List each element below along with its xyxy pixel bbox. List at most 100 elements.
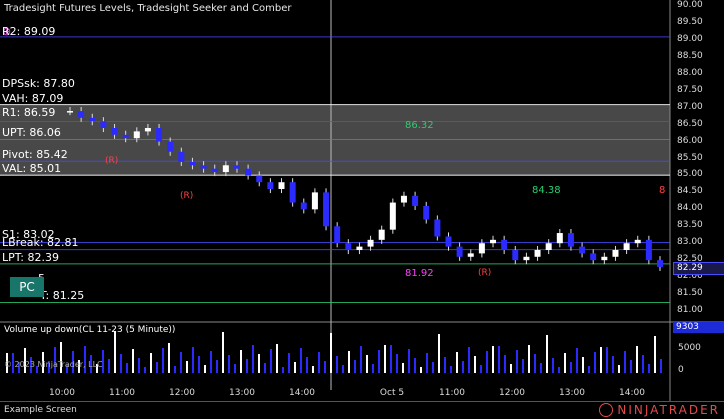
volume-bar: [612, 356, 614, 373]
candle-body: [367, 239, 374, 247]
volume-bar: [624, 351, 626, 373]
candle-body: [400, 195, 407, 203]
volume-bar: [312, 366, 314, 373]
price-chart[interactable]: [0, 0, 724, 418]
volume-bar: [258, 354, 260, 373]
pc-button[interactable]: PC: [10, 277, 44, 297]
volume-bar: [600, 347, 602, 373]
candle-body: [645, 239, 652, 261]
volume-bar: [564, 353, 566, 373]
volume-bar: [486, 351, 488, 373]
price-axis-label: 84.00: [677, 203, 703, 214]
volume-bar: [558, 367, 560, 373]
volume-bar: [414, 358, 416, 373]
level-label-upt: UPT: 86.06: [2, 126, 61, 139]
volume-bar: [186, 361, 188, 373]
volume-bar: [408, 349, 410, 373]
volume-bar: [330, 333, 332, 373]
level-label-pivot: Pivot: 85.42: [2, 148, 68, 161]
volume-bar: [570, 362, 572, 373]
volume-bar: [372, 364, 374, 373]
volume-bar: [438, 334, 440, 373]
candle-body: [556, 233, 563, 244]
chart-title: Tradesight Futures Levels, Tradesight Se…: [4, 3, 292, 14]
volume-bar: [228, 355, 230, 373]
volume-bar: [366, 355, 368, 373]
volume-bar: [432, 362, 434, 373]
volume-bar: [318, 352, 320, 373]
volume-bar: [276, 344, 278, 373]
copyright-text: © 2023 NinjaTrader, LLC: [4, 360, 103, 369]
candle-body: [612, 250, 619, 257]
price-axis-label: 81.00: [677, 305, 703, 315]
volume-bar: [288, 353, 290, 373]
candle-body: [567, 233, 574, 247]
candle-body: [512, 250, 519, 261]
candle-body: [133, 131, 140, 139]
volume-bar: [654, 336, 656, 373]
candle-body: [211, 168, 218, 173]
time-label: 10:00: [49, 388, 75, 398]
time-label: 12:00: [499, 388, 525, 398]
volume-bar: [336, 356, 338, 373]
candle-body: [445, 236, 452, 247]
candle-body: [78, 111, 85, 118]
time-label: Oct 5: [379, 388, 405, 398]
volume-bar: [354, 360, 356, 373]
volume-bar: [588, 366, 590, 373]
ninjatrader-logo: NINJATRADER: [599, 403, 720, 417]
ninjatrader-chart-window: Tradesight Futures Levels, Tradesight Se…: [0, 0, 724, 419]
candle-body: [657, 260, 663, 267]
volume-panel-title: Volume up down(CL 11-23 (5 Minute)): [4, 325, 176, 335]
price-axis-label: 86.50: [677, 118, 703, 129]
volume-bar: [504, 355, 506, 373]
chart-tab[interactable]: Example Screen: [4, 405, 77, 415]
bottom-bar: Example Screen NINJATRADER: [0, 401, 724, 419]
candle-body: [412, 195, 419, 206]
volume-bar: [540, 363, 542, 373]
candle-body: [345, 243, 352, 250]
candle-body: [289, 182, 296, 203]
volume-bar: [642, 355, 644, 373]
volume-bar: [252, 345, 254, 373]
candle-body: [501, 239, 508, 250]
price-axis-label: 88.00: [677, 67, 703, 78]
level-label-lbreak: LBreak: 82.81: [2, 236, 79, 249]
volume-bar: [300, 348, 302, 373]
level-label-dpssk: DPSsk: 87.80: [2, 77, 75, 90]
price-axis-label: 87.50: [677, 84, 703, 95]
volume-bar: [384, 345, 386, 373]
volume-bar: [606, 347, 608, 373]
price-axis-label: 89.00: [677, 33, 703, 44]
volume-bar: [576, 348, 578, 373]
candle-body: [490, 239, 497, 244]
candle-body: [111, 128, 118, 135]
volume-bar: [216, 360, 218, 373]
price-axis-label: 90.00: [677, 0, 703, 10]
volume-bar: [582, 357, 584, 373]
level-label-t: T: 81.25: [40, 289, 85, 302]
candle-body: [156, 128, 163, 142]
candle-body: [245, 168, 252, 176]
volume-bar: [150, 353, 152, 373]
candle-body: [434, 219, 441, 237]
volume-bar: [360, 346, 362, 373]
volume-bar: [552, 358, 554, 373]
comber-target-label: 81.92: [405, 268, 434, 279]
candle-body: [167, 141, 174, 152]
price-axis-label: 85.50: [677, 152, 703, 163]
reversal-marker: (R): [478, 268, 492, 278]
volume-bar: [648, 364, 650, 373]
price-axis-label: 89.50: [677, 16, 703, 27]
volume-bar: [294, 362, 296, 373]
volume-bar: [390, 345, 392, 373]
time-label: 11:00: [439, 388, 465, 398]
seeker-marker: 8: [659, 185, 666, 196]
volume-bar: [534, 354, 536, 373]
candle-body: [545, 243, 552, 250]
level-label-val: VAL: 85.01: [2, 162, 62, 175]
level-label-r1: R1: 86.59: [2, 106, 56, 119]
candle-body: [623, 243, 630, 250]
candle-body: [478, 243, 485, 254]
candle-body: [356, 246, 363, 250]
